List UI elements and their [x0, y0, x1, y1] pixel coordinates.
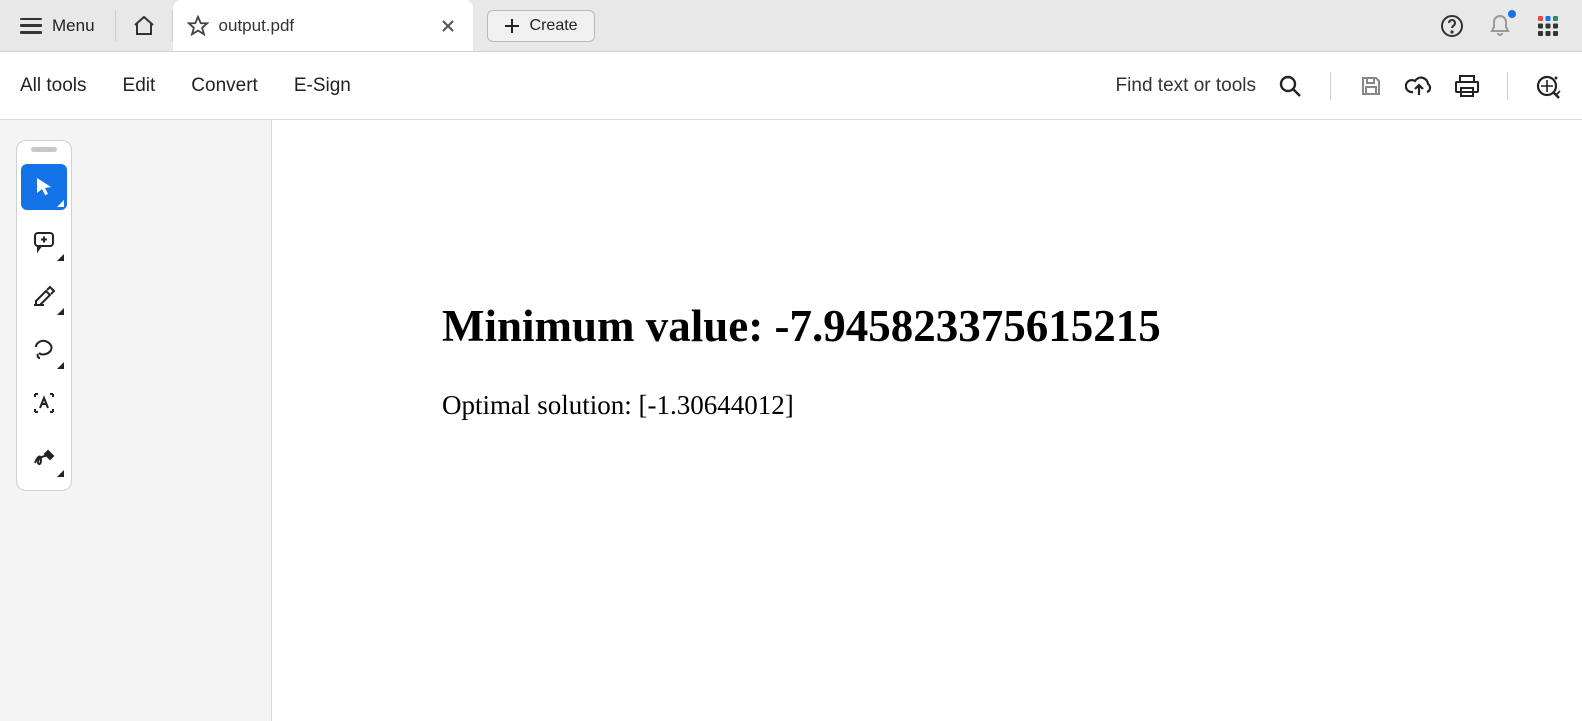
- ai-sparkle-icon: [1535, 73, 1561, 99]
- toolbar-menu: All tools Edit Convert E-Sign: [20, 75, 351, 97]
- comment-icon: [32, 229, 56, 253]
- text-select-icon: [32, 391, 56, 415]
- document-heading: Minimum value: -7.945823375615215: [442, 300, 1582, 352]
- search-icon: [1278, 74, 1302, 98]
- menu-all-tools[interactable]: All tools: [20, 75, 87, 97]
- titlebar: Menu output.pdf Create: [0, 0, 1582, 52]
- tab-close-button[interactable]: [437, 15, 459, 37]
- close-icon: [441, 19, 455, 33]
- secondary-toolbar: All tools Edit Convert E-Sign Find text …: [0, 52, 1582, 120]
- left-panel: [0, 120, 272, 721]
- notifications-button[interactable]: [1486, 12, 1514, 40]
- ai-assistant-button[interactable]: [1534, 72, 1562, 100]
- home-icon: [132, 14, 156, 38]
- tool-palette: [16, 140, 72, 491]
- signature-icon: [32, 445, 56, 469]
- cloud-upload-icon: [1405, 74, 1433, 98]
- toolbar-right: Find text or tools: [1116, 72, 1562, 100]
- text-select-tool[interactable]: [21, 380, 67, 426]
- menu-convert[interactable]: Convert: [191, 75, 258, 97]
- highlighter-icon: [32, 283, 56, 307]
- document-body: Optimal solution: [-1.30644012]: [442, 390, 1582, 421]
- menu-label: Menu: [52, 16, 95, 36]
- titlebar-right: [1438, 12, 1572, 40]
- apps-grid-icon: [1537, 15, 1559, 37]
- cursor-icon: [32, 175, 56, 199]
- create-button[interactable]: Create: [487, 10, 595, 42]
- apps-button[interactable]: [1534, 12, 1562, 40]
- menu-button[interactable]: Menu: [0, 0, 115, 51]
- tab-title: output.pdf: [219, 16, 295, 36]
- comment-tool[interactable]: [21, 218, 67, 264]
- star-icon[interactable]: [187, 15, 209, 37]
- home-button[interactable]: [116, 0, 172, 51]
- menu-edit[interactable]: Edit: [123, 75, 156, 97]
- bell-icon: [1488, 14, 1512, 38]
- hamburger-icon: [20, 18, 42, 34]
- highlight-tool[interactable]: [21, 272, 67, 318]
- menu-esign[interactable]: E-Sign: [294, 75, 351, 97]
- notification-dot: [1508, 10, 1516, 18]
- sign-tool[interactable]: [21, 434, 67, 480]
- search-button[interactable]: [1276, 72, 1304, 100]
- draw-tool[interactable]: [21, 326, 67, 372]
- document-viewport[interactable]: Minimum value: -7.945823375615215 Optima…: [272, 120, 1582, 721]
- divider: [1330, 72, 1331, 100]
- save-button[interactable]: [1357, 72, 1385, 100]
- divider: [1507, 72, 1508, 100]
- document-tab[interactable]: output.pdf: [173, 0, 473, 51]
- main-area: Minimum value: -7.945823375615215 Optima…: [0, 120, 1582, 721]
- cloud-upload-button[interactable]: [1405, 72, 1433, 100]
- plus-icon: [504, 18, 520, 34]
- save-icon: [1359, 74, 1383, 98]
- palette-grip[interactable]: [31, 147, 57, 152]
- find-text-button[interactable]: Find text or tools: [1116, 75, 1256, 97]
- print-icon: [1454, 74, 1480, 98]
- print-button[interactable]: [1453, 72, 1481, 100]
- lasso-icon: [32, 337, 56, 361]
- create-label: Create: [530, 17, 578, 35]
- help-icon: [1440, 14, 1464, 38]
- help-button[interactable]: [1438, 12, 1466, 40]
- select-tool[interactable]: [21, 164, 67, 210]
